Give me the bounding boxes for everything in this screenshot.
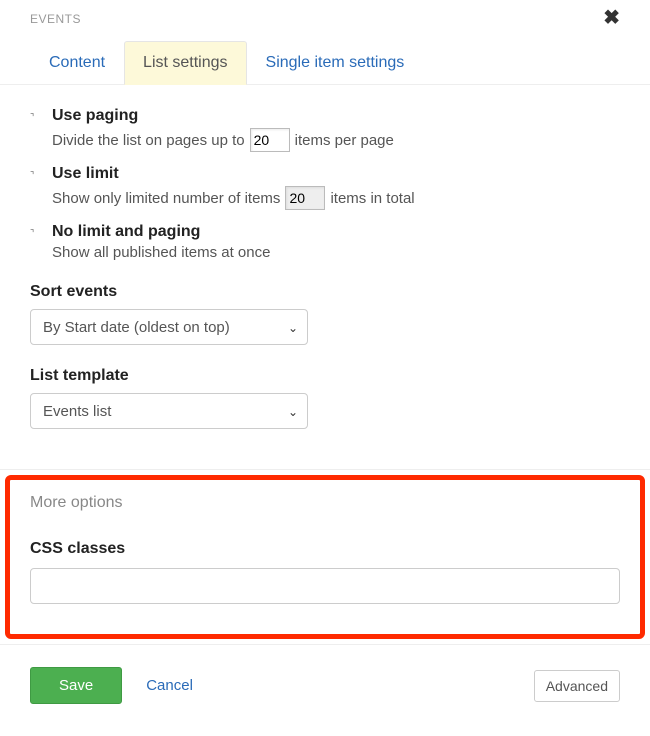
cancel-button[interactable]: Cancel <box>146 677 193 694</box>
no-limit-desc: Show all published items at once <box>52 244 620 261</box>
tab-single-item-settings[interactable]: Single item settings <box>247 41 424 85</box>
use-paging-desc: Divide the list on pages up to items per… <box>52 128 620 152</box>
tabs: Content List settings Single item settin… <box>0 27 650 85</box>
sort-label: Sort events <box>30 283 620 301</box>
more-options-highlight: More options CSS classes <box>5 475 645 639</box>
radio-no-limit[interactable]: ⌝ <box>30 228 38 239</box>
radio-use-paging[interactable]: ⌝ <box>30 112 38 123</box>
use-paging-title: Use paging <box>52 107 620 125</box>
css-classes-label: CSS classes <box>30 540 620 558</box>
tab-list-settings[interactable]: List settings <box>124 41 246 85</box>
css-classes-input[interactable] <box>30 568 620 604</box>
close-icon[interactable]: ✖ <box>603 5 620 30</box>
save-button[interactable]: Save <box>30 667 122 704</box>
template-select[interactable]: Events list <box>30 393 308 429</box>
items-total-input[interactable] <box>285 186 325 210</box>
widget-title: EVENTS <box>30 12 81 26</box>
more-options-title: More options <box>30 494 620 512</box>
use-limit-title: Use limit <box>52 165 620 183</box>
sort-select[interactable]: By Start date (oldest on top) <box>30 309 308 345</box>
tab-content[interactable]: Content <box>30 41 124 85</box>
template-label: List template <box>30 367 620 385</box>
use-limit-desc: Show only limited number of items items … <box>52 186 620 210</box>
no-limit-title: No limit and paging <box>52 223 620 241</box>
radio-use-limit[interactable]: ⌝ <box>30 170 38 181</box>
advanced-button[interactable]: Advanced <box>534 670 620 702</box>
items-per-page-input[interactable] <box>250 128 290 152</box>
